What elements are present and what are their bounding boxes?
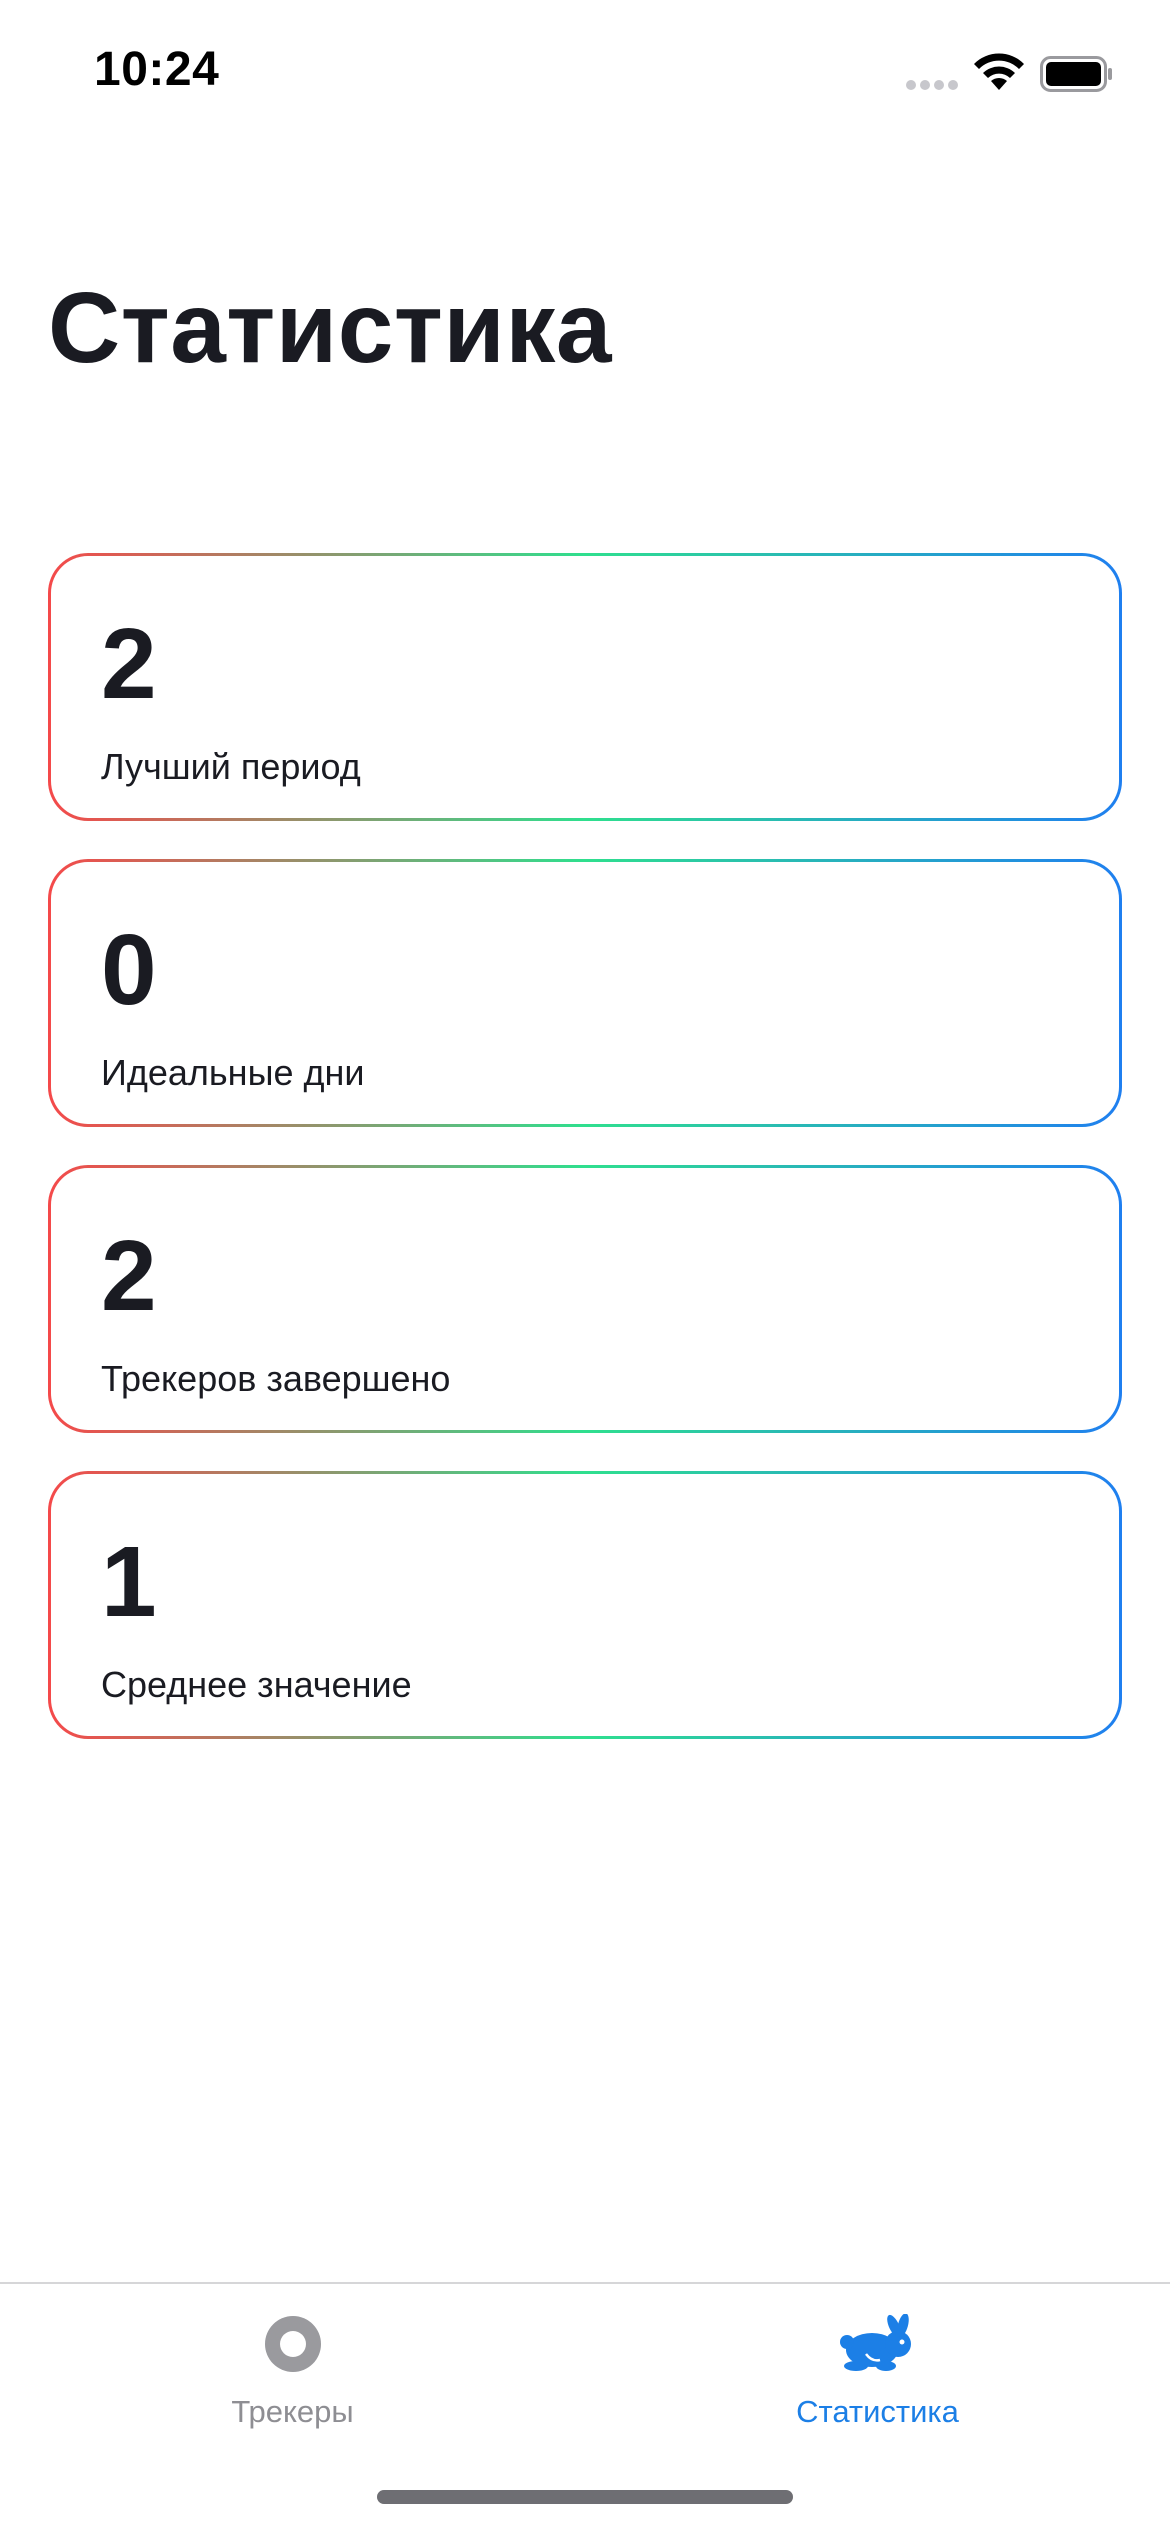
stat-card-ideal-days: 0 Идеальные дни [48,859,1122,1127]
stat-value: 0 [101,914,157,1026]
cellular-signal-icon [906,80,960,90]
stat-card-trackers-completed: 2 Трекеров завершено [48,1165,1122,1433]
stat-value: 1 [101,1526,157,1638]
stat-label: Лучший период [101,746,361,787]
stat-value: 2 [101,608,157,720]
status-time: 10:24 [94,43,220,96]
rabbit-icon [839,2314,911,2371]
stat-value: 2 [101,1220,157,1332]
tab-trackers[interactable]: Трекеры [0,2284,585,2454]
stat-card-best-period: 2 Лучший период [48,553,1122,821]
stat-card-average-value: 1 Среднее значение [48,1471,1122,1739]
tab-statistics[interactable]: Статистика [585,2284,1170,2454]
trackers-icon [264,2316,321,2372]
stat-label: Трекеров завершено [101,1358,451,1399]
stat-label: Среднее значение [101,1664,412,1705]
battery-icon [1040,56,1112,92]
status-bar: 10:24 [0,0,1170,150]
tab-trackers-label: Трекеры [231,2394,354,2429]
wifi-icon [974,53,1024,90]
page-title: Статистика [48,272,612,384]
stat-label: Идеальные дни [101,1052,365,1093]
home-indicator [377,2490,793,2504]
stats-list: 2 Лучший период 0 Идеальные дни 2 Трекер… [48,553,1122,1777]
tab-statistics-label: Статистика [796,2394,959,2429]
